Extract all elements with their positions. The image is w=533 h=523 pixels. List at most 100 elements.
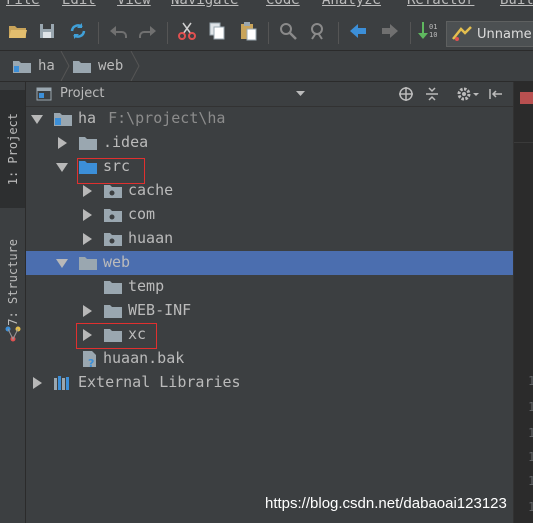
svg-text:?: ? bbox=[88, 357, 94, 368]
tab-structure-label: 7: Structure bbox=[5, 238, 20, 326]
folder-icon bbox=[79, 257, 97, 270]
menu-edit[interactable]: Edit bbox=[62, 0, 96, 8]
hide-panel-icon[interactable] bbox=[488, 86, 504, 102]
module-folder-icon bbox=[54, 113, 72, 126]
collapsed-arrow-icon[interactable] bbox=[83, 209, 92, 221]
copy-icon[interactable] bbox=[205, 19, 229, 43]
tree-item-external-libraries[interactable]: External Libraries bbox=[26, 371, 513, 395]
tree-item-root[interactable]: ha F:\project\ha bbox=[26, 107, 513, 131]
folder-icon bbox=[79, 137, 97, 150]
undo-icon[interactable] bbox=[106, 19, 130, 43]
collapsed-arrow-icon[interactable] bbox=[83, 185, 92, 197]
package-icon bbox=[104, 233, 122, 246]
tree-item-label: com bbox=[128, 205, 156, 223]
expanded-arrow-icon[interactable] bbox=[56, 259, 68, 268]
tool-window-strip: 1: Project 7: Structure bbox=[0, 82, 26, 523]
sync-icon[interactable] bbox=[66, 19, 90, 43]
gear-icon[interactable] bbox=[456, 86, 482, 102]
svg-text:01: 01 bbox=[429, 23, 437, 31]
find-icon[interactable] bbox=[276, 19, 300, 43]
project-panel-header: Project bbox=[26, 82, 513, 107]
project-panel: Project ha F:\project\ha .idea src cache… bbox=[26, 82, 513, 523]
breadcrumb-item-web[interactable]: web bbox=[72, 56, 123, 76]
structure-icon bbox=[5, 326, 21, 342]
breadcrumb-separator-icon bbox=[130, 51, 140, 81]
cut-icon[interactable] bbox=[175, 19, 199, 43]
tree-item-web-inf[interactable]: WEB-INF bbox=[26, 299, 513, 323]
tree-item-label: ha bbox=[78, 109, 97, 127]
replace-icon[interactable] bbox=[306, 19, 330, 43]
breadcrumb-item-ha[interactable]: ha bbox=[12, 56, 55, 76]
back-icon[interactable] bbox=[346, 19, 370, 43]
tree-item-label: temp bbox=[128, 277, 165, 295]
watermark: https://blog.csdn.net/dabaoai123123 bbox=[265, 495, 507, 512]
tree-item-label: huaan.bak bbox=[103, 349, 185, 367]
highlight-box-xc bbox=[76, 323, 157, 349]
line-number: 1 bbox=[528, 474, 533, 488]
module-folder-icon bbox=[13, 61, 31, 73]
tab-project-label: 1: Project bbox=[5, 112, 20, 186]
line-number: 1 bbox=[528, 374, 533, 388]
menu-code[interactable]: Code bbox=[266, 0, 300, 8]
redo-icon[interactable] bbox=[136, 19, 160, 43]
folder-icon bbox=[104, 305, 122, 318]
tree-item-com[interactable]: com bbox=[26, 203, 513, 227]
expanded-arrow-icon[interactable] bbox=[56, 163, 68, 172]
menu-build[interactable]: Buil bbox=[500, 0, 533, 8]
run-config-icon bbox=[452, 26, 472, 41]
menu-analyze[interactable]: Analyze bbox=[322, 0, 381, 8]
menu-file[interactable]: File bbox=[6, 0, 40, 8]
line-number: 1 bbox=[528, 500, 533, 514]
unknown-file-icon: ? bbox=[83, 351, 96, 368]
make-icon[interactable]: 01 10 bbox=[416, 19, 440, 43]
menu-navigate[interactable]: Navigate bbox=[171, 0, 238, 8]
line-number: 1 bbox=[528, 426, 533, 440]
run-config-combo[interactable]: Unname bbox=[446, 21, 533, 47]
tree-item-label: web bbox=[103, 253, 131, 271]
tree-item-web[interactable]: web bbox=[26, 251, 513, 275]
collapsed-arrow-icon[interactable] bbox=[33, 377, 42, 389]
svg-text:10: 10 bbox=[429, 31, 437, 39]
editor-tab-icon bbox=[520, 92, 533, 104]
menu-view[interactable]: View bbox=[117, 0, 151, 8]
breadcrumb-label: ha bbox=[38, 58, 55, 74]
folder-icon bbox=[73, 61, 91, 73]
line-number: 1 bbox=[528, 450, 533, 464]
tree-item-label: .idea bbox=[103, 133, 149, 151]
collapsed-arrow-icon[interactable] bbox=[83, 233, 92, 245]
tab-project[interactable]: 1: Project bbox=[0, 90, 25, 208]
package-icon bbox=[104, 185, 122, 198]
project-path: F:\project\ha bbox=[108, 109, 226, 127]
run-config-label: Unname bbox=[477, 26, 532, 42]
highlight-box-src bbox=[77, 158, 145, 184]
library-icon bbox=[54, 376, 69, 390]
menu-bar: File Edit View Navigate Code Analyze Ref… bbox=[0, 0, 533, 10]
collapse-all-icon[interactable] bbox=[424, 86, 440, 102]
tree-item-idea[interactable]: .idea bbox=[26, 131, 513, 155]
collapsed-arrow-icon[interactable] bbox=[83, 305, 92, 317]
dropdown-arrow-icon[interactable] bbox=[296, 91, 306, 97]
menu-refactor[interactable]: Refactor bbox=[407, 0, 474, 8]
tree-item-label: WEB-INF bbox=[128, 301, 192, 319]
tree-item-label: External Libraries bbox=[78, 373, 241, 391]
open-folder-icon[interactable] bbox=[6, 19, 30, 43]
main-toolbar: 01 10 Unname bbox=[0, 10, 533, 51]
line-number: 1 bbox=[528, 400, 533, 414]
breadcrumb: ha web bbox=[0, 51, 533, 82]
tree-item-huaan[interactable]: huaan bbox=[26, 227, 513, 251]
save-icon[interactable] bbox=[35, 19, 59, 43]
tree-item-temp[interactable]: temp bbox=[26, 275, 513, 299]
folder-icon bbox=[104, 281, 122, 294]
breadcrumb-label: web bbox=[98, 58, 124, 74]
package-icon bbox=[104, 209, 122, 222]
tree-item-huaan-bak[interactable]: ? huaan.bak bbox=[26, 347, 513, 371]
forward-icon[interactable] bbox=[378, 19, 402, 43]
locate-icon[interactable] bbox=[398, 86, 414, 102]
project-view-icon bbox=[36, 87, 52, 101]
collapsed-arrow-icon[interactable] bbox=[58, 137, 67, 149]
panel-title: Project bbox=[60, 86, 105, 101]
expanded-arrow-icon[interactable] bbox=[31, 115, 43, 124]
paste-icon[interactable] bbox=[236, 19, 260, 43]
tree-item-label: huaan bbox=[128, 229, 174, 247]
breadcrumb-separator-icon bbox=[60, 51, 70, 81]
